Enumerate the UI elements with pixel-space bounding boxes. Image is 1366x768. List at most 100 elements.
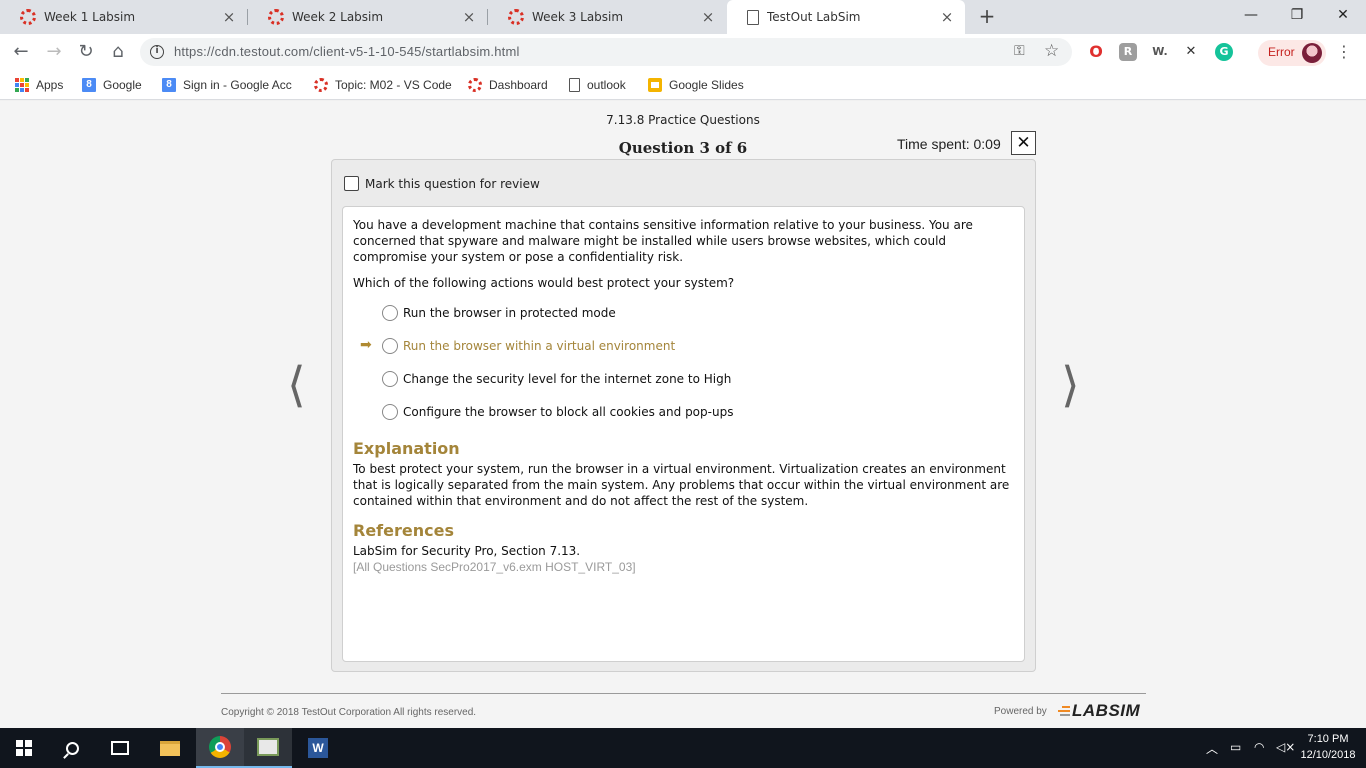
page-icon — [747, 9, 759, 25]
radio-button[interactable] — [382, 305, 398, 321]
profile-status-label: Error — [1268, 45, 1295, 59]
tab-label: TestOut LabSim — [767, 10, 861, 24]
answer-choice-correct[interactable]: ➡ Run the browser within a virtual envir… — [353, 336, 993, 356]
close-icon[interactable]: × — [221, 8, 237, 26]
bookmark-dashboard[interactable]: Dashboard — [468, 76, 548, 94]
tab-week-3-labsim[interactable]: Week 3 Labsim × — [488, 0, 726, 34]
close-icon[interactable]: × — [700, 8, 716, 26]
bookmark-label: Apps — [36, 78, 64, 92]
question-panel: Mark this question for review You have a… — [331, 159, 1036, 672]
explanation-text: To best protect your system, run the bro… — [353, 462, 1010, 508]
tab-week-2-labsim[interactable]: Week 2 Labsim × — [248, 0, 487, 34]
windows-logo-icon — [16, 740, 32, 756]
bookmark-google-slides[interactable]: Google Slides — [648, 76, 744, 94]
task-view-button[interactable] — [96, 728, 144, 768]
close-icon[interactable]: × — [461, 8, 477, 26]
radio-button[interactable] — [382, 371, 398, 387]
tab-testout-labsim[interactable]: TestOut LabSim × — [727, 0, 965, 34]
radio-button[interactable] — [382, 404, 398, 420]
word-icon: W — [308, 738, 328, 758]
opera-icon[interactable]: O — [1087, 43, 1105, 61]
browser-tab-strip: Week 1 Labsim × Week 2 Labsim × Week 3 L… — [0, 0, 1366, 34]
copyright-text: Copyright © 2018 TestOut Corporation All… — [221, 707, 477, 718]
wifi-icon[interactable]: ◠ — [1254, 740, 1264, 754]
bookmark-sign-in-google[interactable]: 8 Sign in - Google Acc — [162, 76, 298, 94]
profile-error-chip[interactable]: Error — [1258, 40, 1326, 66]
close-quiz-button[interactable]: ✕ — [1011, 131, 1036, 155]
references-heading: References — [353, 521, 454, 540]
answer-choice[interactable]: Configure the browser to block all cooki… — [353, 402, 993, 422]
word-taskbar-button[interactable]: W — [294, 728, 342, 768]
mark-review-checkbox[interactable] — [344, 176, 359, 191]
word-extension-icon[interactable]: W. — [1151, 43, 1169, 61]
bookmark-label: Google Slides — [669, 78, 744, 92]
browser-toolbar: ← → ↻ ⌂ i https://cdn.testout.com/client… — [0, 34, 1366, 70]
address-bar[interactable]: i https://cdn.testout.com/client-v5-1-10… — [140, 38, 1072, 66]
clock-date: 12/10/2018 — [1300, 749, 1356, 761]
folder-icon — [160, 740, 180, 756]
labsim-icon — [468, 78, 482, 92]
window-close-button[interactable]: ✕ — [1320, 0, 1366, 30]
search-icon — [65, 741, 79, 755]
mark-review-label: Mark this question for review — [365, 176, 540, 191]
apps-grid-icon — [15, 78, 29, 92]
labsim-logo-icon — [1056, 705, 1070, 717]
answer-choice[interactable]: Run the browser in protected mode — [353, 303, 993, 323]
labsim-favicon-icon — [268, 9, 284, 25]
key-icon[interactable]: ⚿ — [1014, 43, 1025, 59]
bookmarks-bar: Apps 8 Google 8 Sign in - Google Acc Top… — [0, 70, 1366, 100]
labsim-favicon-icon — [508, 9, 524, 25]
bookmark-outlook[interactable]: outlook — [569, 76, 626, 94]
bookmark-label: Sign in - Google Acc — [183, 78, 292, 92]
chrome-icon — [209, 736, 231, 758]
battery-icon[interactable]: ▭ — [1230, 740, 1241, 754]
choice-label: Run the browser in protected mode — [403, 306, 616, 320]
page-icon — [569, 78, 580, 92]
browser-menu-icon[interactable]: ⋮ — [1336, 42, 1352, 64]
volume-muted-icon[interactable]: ◁× — [1276, 740, 1295, 754]
taskbar-clock[interactable]: 7:10 PM 12/10/2018 — [1296, 731, 1360, 763]
forward-button[interactable]: → — [42, 40, 66, 64]
module-title: 7.13.8 Practice Questions — [606, 113, 760, 127]
slides-icon — [648, 78, 662, 92]
close-icon[interactable]: × — [939, 8, 955, 26]
choice-label: Change the security level for the intern… — [403, 372, 732, 386]
file-explorer-button[interactable] — [146, 728, 194, 768]
labsim-logo-text: LABSIM — [1072, 701, 1141, 720]
chrome-taskbar-button[interactable] — [196, 728, 244, 768]
question-prompt: Which of the following actions would bes… — [353, 276, 735, 290]
tab-week-1-labsim[interactable]: Week 1 Labsim × — [0, 0, 247, 34]
bookmark-star-icon[interactable]: ☆ — [1044, 41, 1059, 61]
back-button[interactable]: ← — [9, 40, 33, 64]
bookmark-apps[interactable]: Apps — [15, 76, 63, 94]
bookmark-google[interactable]: 8 Google — [82, 76, 142, 94]
tool-icon[interactable]: ✕ — [1182, 43, 1200, 61]
start-button[interactable] — [0, 728, 48, 768]
reader-icon[interactable]: R — [1119, 43, 1137, 61]
grammarly-icon[interactable]: G — [1215, 43, 1233, 61]
question-content: You have a development machine that cont… — [342, 206, 1025, 662]
search-button[interactable] — [48, 728, 96, 768]
bookmark-label: Dashboard — [489, 78, 548, 92]
reload-button[interactable]: ↻ — [74, 40, 98, 64]
info-icon[interactable]: i — [150, 45, 164, 59]
radio-button[interactable] — [382, 338, 398, 354]
chevron-up-icon[interactable]: ︿ — [1206, 740, 1218, 757]
avatar — [1302, 43, 1322, 63]
google-icon: 8 — [82, 78, 96, 92]
mark-review-row[interactable]: Mark this question for review — [344, 176, 540, 191]
minimize-button[interactable]: — — [1228, 0, 1274, 30]
app-taskbar-button[interactable] — [244, 728, 292, 768]
bookmark-topic-m02[interactable]: Topic: M02 - VS Code — [314, 76, 452, 94]
answer-choice[interactable]: Change the security level for the intern… — [353, 369, 993, 389]
url-text[interactable]: https://cdn.testout.com/client-v5-1-10-5… — [174, 44, 520, 59]
new-tab-button[interactable]: + — [976, 5, 998, 27]
clock-time: 7:10 PM — [1307, 733, 1349, 745]
previous-question-arrow[interactable]: ⟨ — [287, 359, 307, 417]
next-question-arrow[interactable]: ⟩ — [1061, 359, 1081, 417]
reference-id: [All Questions SecPro2017_v6.exm HOST_VI… — [353, 560, 636, 574]
answer-choices: Run the browser in protected mode ➡ Run … — [353, 303, 1014, 435]
restore-button[interactable]: ❐ — [1274, 0, 1320, 30]
bookmark-label: Google — [103, 78, 142, 92]
home-button[interactable]: ⌂ — [106, 40, 130, 64]
